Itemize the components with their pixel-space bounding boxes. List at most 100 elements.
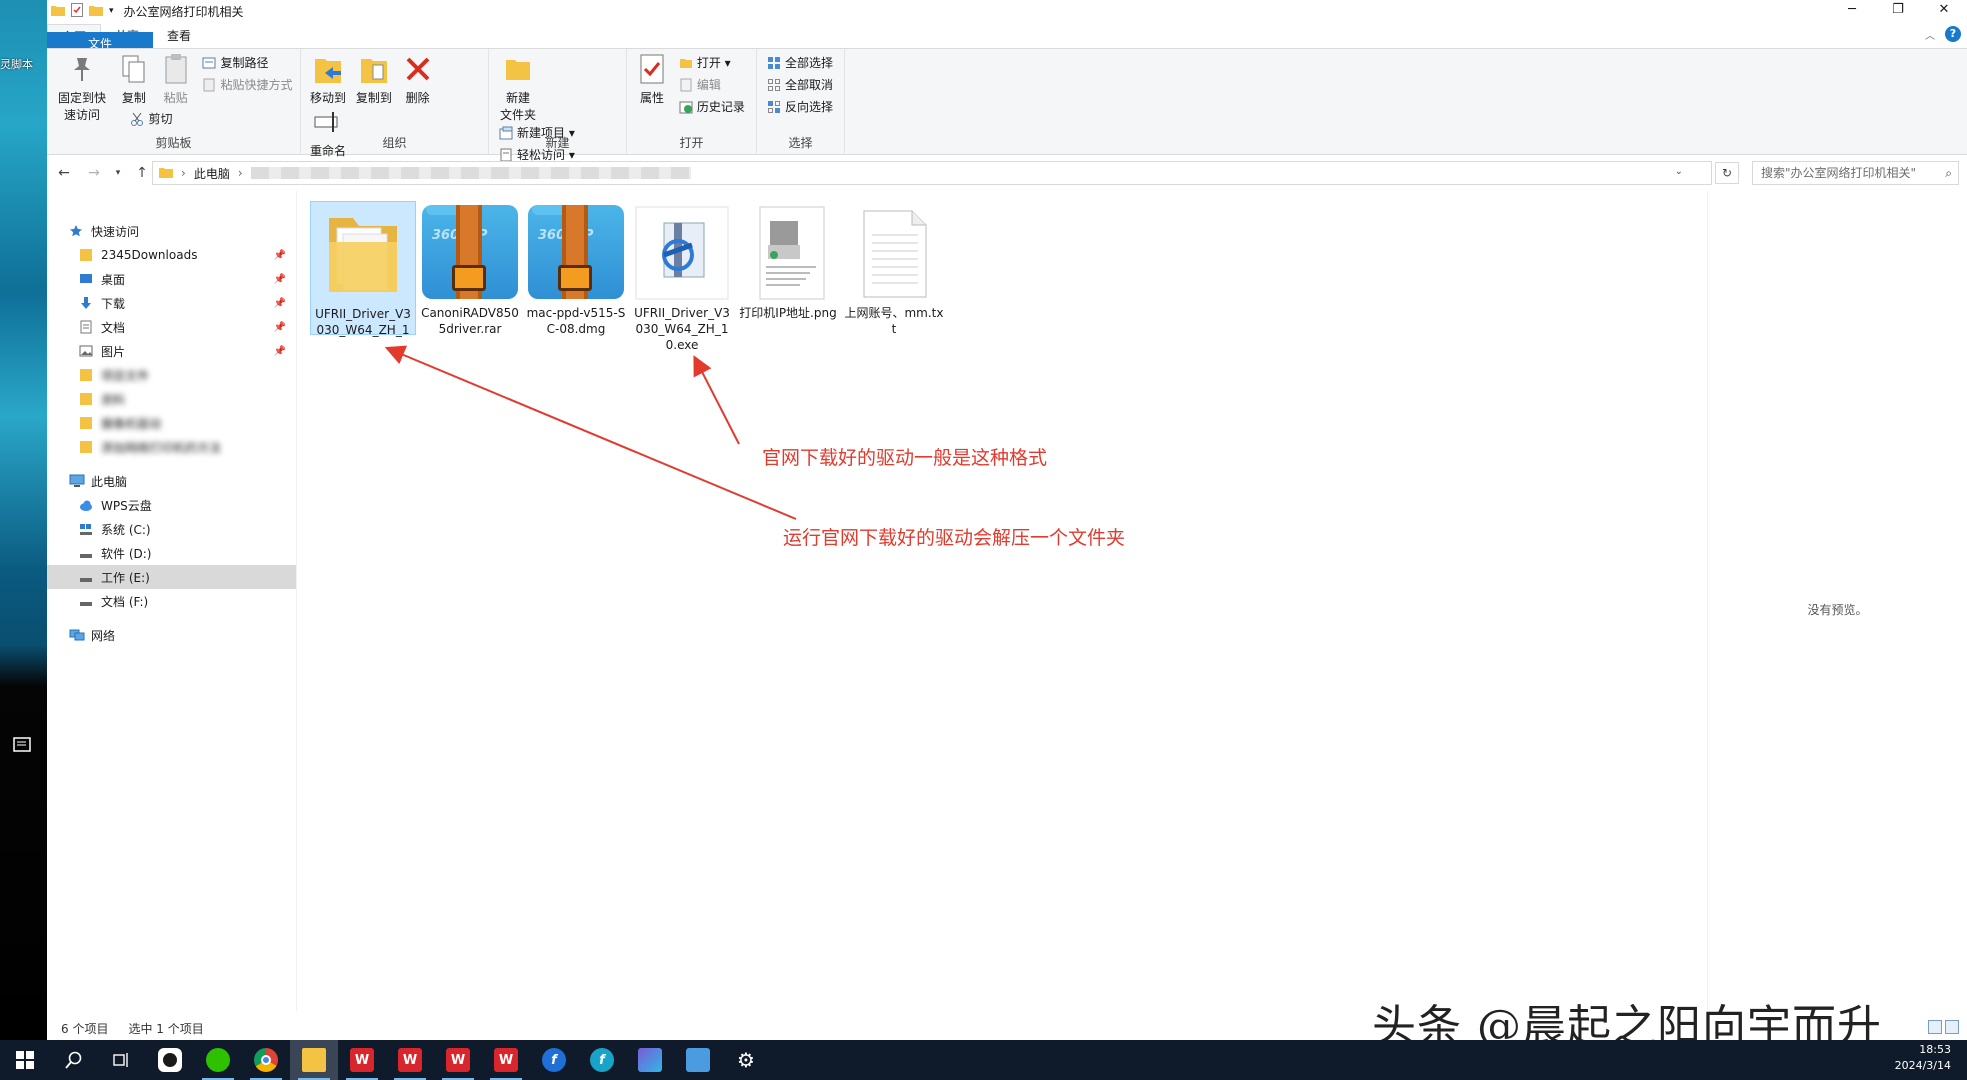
nav-item-2345downloads[interactable]: 2345Downloads 📌 [47, 243, 296, 267]
nav-item-blurred[interactable]: 添加网络打印机的方法 [47, 435, 296, 459]
nav-drive-e[interactable]: 工作 (E:) [47, 565, 296, 589]
file-name: 上网账号、mm.txt [844, 306, 944, 336]
nav-item-blurred[interactable]: 摄像机驱动 [47, 411, 296, 435]
back-arrow-icon[interactable]: ← [53, 165, 75, 181]
history-button[interactable]: 历史记录 [679, 97, 745, 116]
large-icons-view-icon[interactable] [1945, 1020, 1959, 1034]
paste-shortcut-button[interactable]: 粘贴快捷方式 [202, 75, 293, 94]
nav-item-downloads[interactable]: 下载 📌 [47, 291, 296, 315]
nav-item-blurred[interactable]: 资料 [47, 387, 296, 411]
new-folder-button[interactable]: 新建 文件夹 [498, 53, 538, 123]
nav-drive-c[interactable]: 系统 (C:) [47, 517, 296, 541]
up-arrow-icon[interactable]: ↑ [131, 165, 153, 181]
delete-button[interactable]: 删除 [402, 53, 434, 106]
copy-button[interactable]: 复制 [118, 53, 150, 106]
recent-locations-chevron-icon[interactable]: ▾ [113, 168, 123, 178]
file-item-dmg[interactable]: 360 ZIP mac-ppd-v515-SC-08.dmg [523, 201, 629, 337]
taskbar-app-wps-2[interactable]: W [386, 1040, 434, 1080]
select-all-button[interactable]: 全部选择 [767, 53, 833, 72]
nav-item-label: WPS云盘 [101, 498, 152, 513]
window-title: 办公室网络打印机相关 [123, 4, 244, 19]
file-item-folder[interactable]: UFRII_Driver_V3030_W64_ZH_10 [310, 201, 416, 337]
properties-button[interactable]: 属性 [636, 53, 668, 106]
help-button[interactable]: ? [1945, 26, 1961, 42]
file-item-exe[interactable]: UFRII_Driver_V3030_W64_ZH_10.exe [629, 201, 735, 353]
nav-drive-d[interactable]: 软件 (D:) [47, 541, 296, 565]
select-none-button[interactable]: 全部取消 [767, 75, 833, 94]
taskbar-app-remote[interactable] [674, 1040, 722, 1080]
taskbar-app-flash-2[interactable]: f [578, 1040, 626, 1080]
file-item-txt[interactable]: 上网账号、mm.txt [841, 201, 947, 337]
move-to-button[interactable]: 移动到 [310, 53, 346, 106]
details-view-icon[interactable] [1928, 1020, 1942, 1034]
collapse-ribbon-icon[interactable]: ︿ [1925, 27, 1935, 42]
select-all-icon [767, 56, 781, 70]
search-button[interactable] [50, 1040, 98, 1080]
cut-button[interactable]: 剪切 [130, 109, 292, 128]
taskbar-app-file-explorer[interactable] [290, 1040, 338, 1080]
tab-view[interactable]: 查看 [153, 24, 205, 48]
customize-dropdown-icon[interactable]: ▾ [109, 6, 114, 16]
breadcrumb-blurred-path [250, 167, 691, 179]
taskbar-app-flash[interactable]: f [530, 1040, 578, 1080]
search-input[interactable]: 搜索"办公室网络打印机相关" ⌕ [1752, 161, 1959, 185]
pin-to-quick-access-button[interactable]: 固定到快速访问 [56, 53, 108, 123]
taskbar-app-wechat[interactable] [194, 1040, 242, 1080]
search-icon[interactable]: ⌕ [1945, 162, 1952, 184]
edit-button[interactable]: 编辑 [679, 75, 745, 94]
clock-time: 18:53 [1919, 1043, 1951, 1056]
copy-path-button[interactable]: 复制路径 [202, 53, 292, 72]
delete-icon [402, 53, 434, 85]
pin-icon[interactable]: 📌 [274, 298, 286, 309]
task-view-button[interactable] [98, 1040, 146, 1080]
taskbar-app-wps-1[interactable]: W [338, 1040, 386, 1080]
navigation-pane: 快速访问 2345Downloads 📌 桌面 📌 下载 📌 文档 📌 图片 📌… [47, 191, 297, 1011]
address-dropdown-icon[interactable]: ⌄ [1675, 166, 1683, 177]
restore-button[interactable]: ❐ [1875, 0, 1921, 22]
taskbar-app-wps-4[interactable]: W [482, 1040, 530, 1080]
forward-arrow-icon[interactable]: → [83, 165, 105, 181]
start-button[interactable] [0, 1040, 50, 1080]
pin-icon[interactable]: 📌 [274, 250, 286, 261]
file-item-png[interactable]: 打印机IP地址.png [735, 201, 841, 321]
minimize-button[interactable]: ─ [1829, 0, 1875, 22]
invert-selection-button[interactable]: 反向选择 [767, 97, 833, 116]
nav-this-pc[interactable]: 此电脑 [47, 469, 296, 493]
properties-quick-icon[interactable] [71, 2, 83, 20]
nav-item-desktop[interactable]: 桌面 📌 [47, 267, 296, 291]
address-bar[interactable]: › 此电脑 › ⌄ ↻ [152, 161, 1739, 185]
gear-icon: ⚙ [737, 1048, 755, 1072]
copy-to-button[interactable]: 复制到 [356, 53, 392, 106]
pin-icon[interactable]: 📌 [274, 346, 286, 357]
nav-network[interactable]: 网络 [47, 623, 296, 647]
star-icon [69, 224, 85, 238]
paste-button[interactable]: 粘贴 [160, 53, 192, 106]
pin-icon[interactable]: 📌 [274, 274, 286, 285]
taskbar-app-wps-3[interactable]: W [434, 1040, 482, 1080]
folder-icon [79, 416, 95, 430]
refresh-icon[interactable]: ↻ [1715, 162, 1739, 184]
open-button[interactable]: 打开 ▾ [679, 53, 745, 72]
properties-icon [636, 53, 668, 85]
taskbar-app-photos[interactable] [626, 1040, 674, 1080]
nav-quick-access[interactable]: 快速访问 [47, 219, 296, 243]
taskbar-app-qq[interactable] [146, 1040, 194, 1080]
rename-button[interactable]: 重命名 [310, 106, 346, 159]
breadcrumb-this-pc[interactable]: 此电脑 [194, 165, 230, 182]
invert-selection-label: 反向选择 [785, 100, 834, 114]
nav-item-blurred[interactable]: 项目文件 [47, 363, 296, 387]
taskbar-app-chrome[interactable] [242, 1040, 290, 1080]
nav-item-documents[interactable]: 文档 📌 [47, 315, 296, 339]
pin-icon[interactable]: 📌 [274, 322, 286, 333]
notification-icon[interactable] [6, 735, 40, 769]
nav-item-pictures[interactable]: 图片 📌 [47, 339, 296, 363]
new-folder-quick-icon[interactable] [89, 4, 103, 19]
taskbar-app-settings[interactable]: ⚙ [722, 1040, 770, 1080]
file-item-rar[interactable]: 360 ZIP CanoniRADV8505driver.rar [417, 201, 523, 337]
close-button[interactable]: ✕ [1921, 0, 1967, 22]
system-clock[interactable]: 18:53 2024/3/14 [1895, 1042, 1951, 1074]
desktop-icon-label[interactable]: 灵脚本 [0, 56, 47, 72]
nav-drive-f[interactable]: 文档 (F:) [47, 589, 296, 613]
nav-item-label: 下载 [101, 296, 126, 311]
nav-drive-wps-cloud[interactable]: WPS云盘 [47, 493, 296, 517]
